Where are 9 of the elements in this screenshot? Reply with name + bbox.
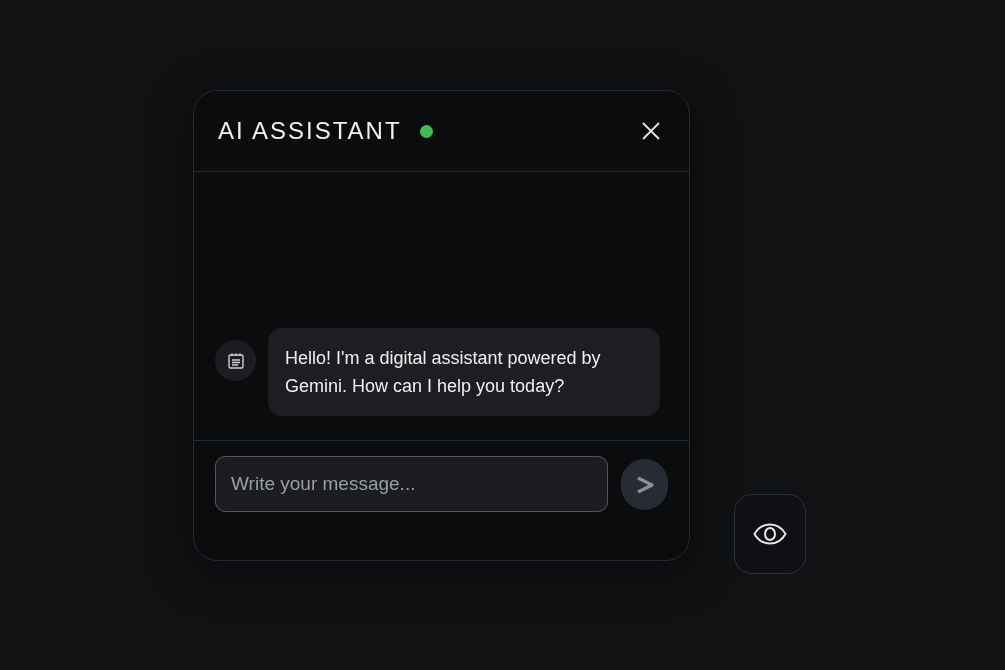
panel-title: AI ASSISTANT [218, 116, 402, 146]
eye-button[interactable] [734, 494, 806, 574]
message-bubble: Hello! I'm a digital assistant powered by Gemini. How can I help you today? [268, 328, 660, 416]
close-icon [641, 121, 661, 141]
send-button[interactable] [621, 459, 668, 510]
eye-icon [753, 523, 787, 545]
send-icon [634, 474, 655, 495]
notepad-icon [226, 351, 245, 370]
message-input[interactable]: Write your message... [215, 456, 609, 512]
